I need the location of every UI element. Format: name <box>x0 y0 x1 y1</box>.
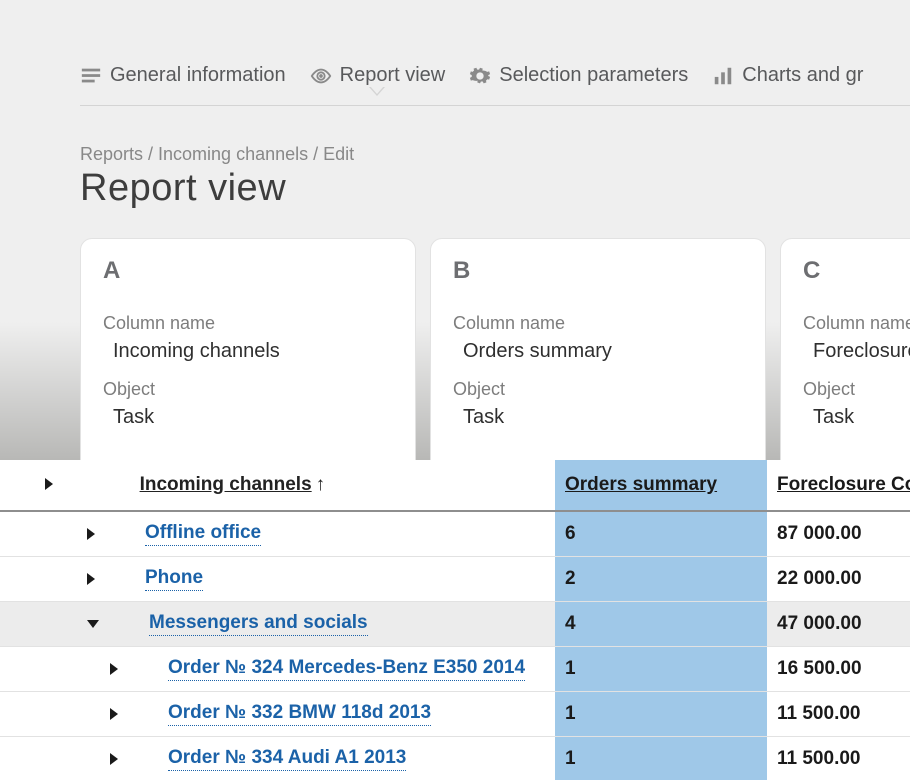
column-name-input[interactable]: Incoming channels <box>103 338 393 365</box>
table-row: Phone 2 22 000.00 <box>0 557 910 602</box>
fc-cell: 16 500.00 <box>767 647 910 692</box>
column-card-c[interactable]: C Column name Foreclosure Co Object Task <box>780 238 910 460</box>
row-link[interactable]: Messengers and socials <box>149 612 368 636</box>
expand-icon[interactable] <box>110 753 118 765</box>
eye-icon <box>310 65 332 87</box>
gear-icon <box>469 65 491 87</box>
expand-icon[interactable] <box>87 528 95 540</box>
sort-arrow-icon: ↑ <box>316 474 326 495</box>
tab-report-view[interactable]: Report view <box>310 64 446 87</box>
expand-icon[interactable] <box>110 663 118 675</box>
tab-bar: General information Report view Selectio… <box>80 64 910 106</box>
report-table-region: Incoming channels↑ Orders summary Forecl… <box>0 460 910 780</box>
column-cards: A Column name Incoming channels Object T… <box>80 238 910 460</box>
tab-label: General information <box>110 64 286 87</box>
tab-label: Charts and gr <box>742 64 863 87</box>
table-row: Messengers and socials 4 47 000.00 <box>0 602 910 647</box>
object-input[interactable]: Task <box>453 404 743 431</box>
page-title: Report view <box>80 167 910 210</box>
fc-cell: 22 000.00 <box>767 557 910 602</box>
table-header-name[interactable]: Incoming channels↑ <box>0 460 555 511</box>
list-icon <box>80 65 102 87</box>
orders-cell: 6 <box>555 511 767 557</box>
table-row: Offline office 6 87 000.00 <box>0 511 910 557</box>
card-letter: A <box>103 257 393 285</box>
column-name-label: Column name <box>103 313 393 334</box>
row-link[interactable]: Phone <box>145 567 203 591</box>
row-link[interactable]: Order № 324 Mercedes-Benz E350 2014 <box>168 657 525 681</box>
column-name-input[interactable]: Foreclosure Co <box>803 338 910 365</box>
expand-all-icon[interactable] <box>45 478 53 490</box>
fc-cell: 11 500.00 <box>767 692 910 737</box>
report-table: Incoming channels↑ Orders summary Forecl… <box>0 460 910 780</box>
orders-cell: 1 <box>555 647 767 692</box>
table-header-fc[interactable]: Foreclosure Co <box>767 460 910 511</box>
column-card-a[interactable]: A Column name Incoming channels Object T… <box>80 238 416 460</box>
fc-cell: 47 000.00 <box>767 602 910 647</box>
fc-cell: 11 500.00 <box>767 737 910 780</box>
bar-chart-icon <box>712 65 734 87</box>
expand-icon[interactable] <box>87 573 95 585</box>
table-row: Order № 324 Mercedes-Benz E350 2014 1 16… <box>0 647 910 692</box>
row-link[interactable]: Offline office <box>145 522 261 546</box>
object-label: Object <box>453 379 743 400</box>
tab-selection-parameters[interactable]: Selection parameters <box>469 64 688 87</box>
orders-cell: 1 <box>555 692 767 737</box>
expand-icon[interactable] <box>110 708 118 720</box>
collapse-icon[interactable] <box>87 620 99 628</box>
table-row: Order № 332 BMW 118d 2013 1 11 500.00 <box>0 692 910 737</box>
tab-charts[interactable]: Charts and gr <box>712 64 863 87</box>
row-link[interactable]: Order № 334 Audi A1 2013 <box>168 747 406 771</box>
object-label: Object <box>103 379 393 400</box>
row-link[interactable]: Order № 332 BMW 118d 2013 <box>168 702 431 726</box>
object-label: Object <box>803 379 910 400</box>
tab-label: Report view <box>340 64 446 87</box>
tab-label: Selection parameters <box>499 64 688 87</box>
column-name-label: Column name <box>453 313 743 334</box>
card-letter: B <box>453 257 743 285</box>
column-name-input[interactable]: Orders summary <box>453 338 743 365</box>
orders-cell: 2 <box>555 557 767 602</box>
column-card-b[interactable]: B Column name Orders summary Object Task <box>430 238 766 460</box>
table-header-orders[interactable]: Orders summary <box>555 460 767 511</box>
card-letter: C <box>803 257 910 285</box>
breadcrumb[interactable]: Reports / Incoming channels / Edit <box>80 144 910 165</box>
object-input[interactable]: Task <box>103 404 393 431</box>
fc-cell: 87 000.00 <box>767 511 910 557</box>
column-name-label: Column name <box>803 313 910 334</box>
orders-cell: 4 <box>555 602 767 647</box>
config-panel: General information Report view Selectio… <box>0 0 910 460</box>
table-row: Order № 334 Audi A1 2013 1 11 500.00 <box>0 737 910 780</box>
object-input[interactable]: Task <box>803 404 910 431</box>
orders-cell: 1 <box>555 737 767 780</box>
tab-general-information[interactable]: General information <box>80 64 286 87</box>
